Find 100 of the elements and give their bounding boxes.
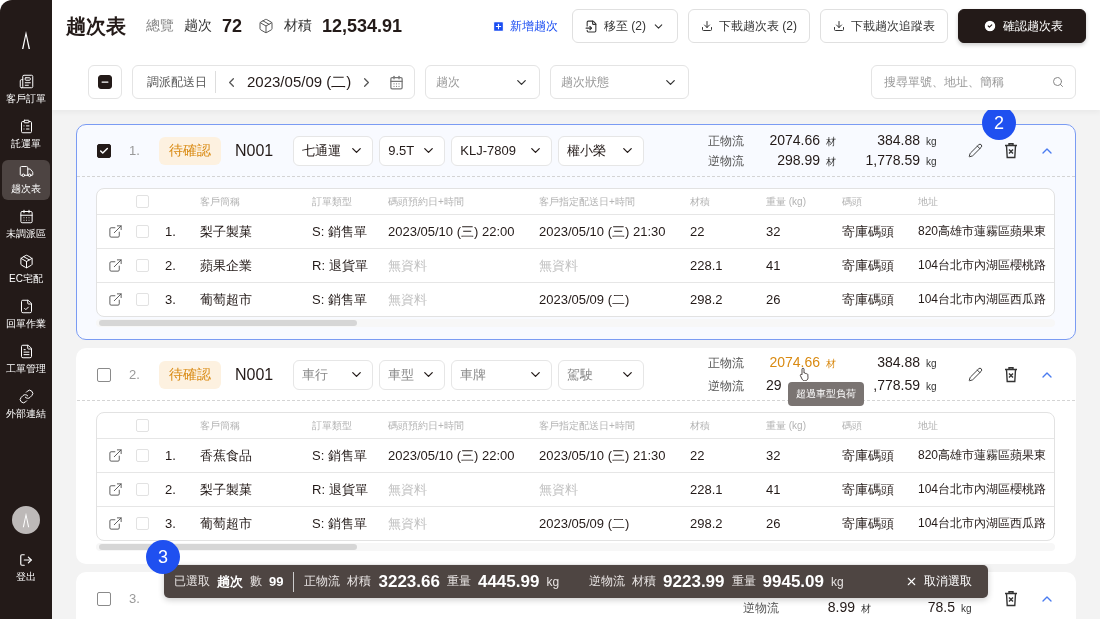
logo bbox=[21, 30, 31, 50]
document-check-icon bbox=[18, 299, 34, 314]
volume-unit: 材 bbox=[860, 601, 872, 616]
address-cell: 820高雄市蓮霧區蘋果東 bbox=[918, 447, 1048, 464]
weight-cell-text: 26 bbox=[766, 516, 782, 531]
volume-cell-text: 22 bbox=[690, 224, 706, 239]
download-button[interactable]: 下載趟次表 (2) bbox=[688, 9, 810, 43]
logout-button[interactable]: 登出 bbox=[2, 548, 50, 588]
checkbox[interactable] bbox=[97, 591, 111, 606]
nav-item[interactable]: 未調派區 bbox=[2, 205, 50, 245]
overview-label: 總覽 bbox=[146, 17, 174, 35]
truck-type-select[interactable]: 9.5T bbox=[379, 135, 446, 166]
avatar[interactable] bbox=[12, 506, 40, 534]
nav-item[interactable]: 回單作業 bbox=[2, 295, 50, 335]
column-header: 客戶簡稱 bbox=[200, 418, 241, 433]
driver-select[interactable]: 權小榮 bbox=[558, 135, 645, 166]
check-icon bbox=[99, 145, 109, 156]
truck-type-select[interactable]: 車型 bbox=[379, 359, 446, 390]
row-checkbox[interactable] bbox=[136, 259, 149, 272]
dock-time-cell-text: 2023/05/10 (三) 22:00 bbox=[388, 222, 516, 241]
edit-button[interactable] bbox=[968, 367, 983, 382]
driver-select[interactable]: 駕駛 bbox=[558, 359, 645, 390]
select-all-checkbox[interactable] bbox=[88, 65, 122, 99]
row-checkbox[interactable] bbox=[136, 449, 149, 462]
volume-value: 8.99 bbox=[826, 598, 855, 615]
row-checkbox[interactable] bbox=[136, 517, 149, 530]
dock-cell-text: 寄庫碼頭 bbox=[842, 256, 895, 275]
cancel-selection-button[interactable]: 取消選取 bbox=[899, 572, 978, 591]
edit-button[interactable] bbox=[968, 143, 983, 158]
customer-cell-text: 梨子製菓 bbox=[200, 480, 253, 499]
external-link-icon[interactable] bbox=[108, 516, 123, 531]
hand-cursor-icon bbox=[799, 367, 811, 381]
row-checkbox[interactable] bbox=[136, 225, 149, 238]
plate-select[interactable]: KLJ-7809 bbox=[451, 135, 553, 166]
header-checkbox[interactable] bbox=[136, 195, 149, 208]
row-index: 1. bbox=[165, 224, 177, 239]
trip-index: 3. bbox=[129, 591, 141, 606]
checkbox[interactable] bbox=[97, 143, 111, 158]
delete-button[interactable] bbox=[1003, 590, 1019, 607]
header-checkbox[interactable] bbox=[136, 419, 149, 432]
external-link-icon[interactable] bbox=[108, 258, 123, 273]
trip-index: 1. bbox=[129, 143, 141, 158]
search-field[interactable]: 搜尋單號、地址、簡稱 bbox=[871, 65, 1076, 99]
address-cell: 104台北市內湖區櫻桃路 bbox=[918, 481, 1048, 498]
add-trip-link[interactable]: 新增趟次 bbox=[492, 17, 558, 35]
weight-unit: kg bbox=[546, 574, 560, 589]
weight-value: ,778.59 bbox=[872, 377, 920, 393]
nav-item[interactable]: EC宅配 bbox=[2, 250, 50, 290]
nav-item[interactable]: 託運單 bbox=[2, 115, 50, 155]
address-cell: 820高雄市蓮霧區蘋果東 bbox=[918, 223, 1048, 240]
pencil-icon bbox=[968, 143, 983, 158]
nav-item[interactable]: 客戶訂單 bbox=[2, 70, 50, 110]
document-icon bbox=[18, 74, 34, 89]
volume-value: 2074.66 bbox=[768, 354, 820, 370]
confirm-button[interactable]: 確認趟次表 bbox=[958, 9, 1086, 43]
external-link-icon[interactable] bbox=[108, 224, 123, 239]
move-button[interactable]: 移至 (2) bbox=[572, 9, 678, 43]
dock-cell-text: 寄庫碼頭 bbox=[842, 290, 895, 309]
column-header: 重量 (kg) bbox=[766, 418, 807, 433]
download-tracking-button[interactable]: 下載趟次追蹤表 bbox=[820, 9, 948, 43]
calendar-icon[interactable] bbox=[389, 74, 404, 90]
date-picker[interactable]: 調派配送日 2023/05/09 (二) bbox=[132, 65, 415, 99]
volume-cell-text: 228.1 bbox=[690, 258, 724, 273]
flow-label: 逆物流 bbox=[589, 573, 626, 590]
volume-total: 3223.66 bbox=[378, 571, 440, 592]
row-index: 3. bbox=[165, 516, 177, 531]
dock-time-cell-text: 2023/05/10 (三) 22:00 bbox=[388, 446, 516, 465]
nav-item[interactable]: 趟次表 bbox=[2, 160, 50, 200]
checkbox[interactable] bbox=[97, 367, 111, 382]
column-header: 地址 bbox=[918, 418, 939, 433]
dock-cell-text: 寄庫碼頭 bbox=[842, 514, 895, 533]
scrollbar[interactable] bbox=[96, 543, 1055, 551]
weight-total: 9945.09 bbox=[762, 571, 824, 592]
weight-label: 重量 bbox=[731, 573, 756, 590]
carrier-select[interactable]: 七通運 bbox=[293, 135, 374, 166]
scrollbar[interactable] bbox=[96, 319, 1055, 327]
nav-item[interactable]: 工單管理 bbox=[2, 340, 50, 380]
volume-value: 298.99 bbox=[776, 151, 820, 168]
trip-index: 2. bbox=[129, 367, 141, 382]
delivery-time-cell-text: 2023/05/10 (三) 21:30 bbox=[539, 222, 667, 241]
step-marker: 2 bbox=[982, 110, 1016, 140]
row-index: 1. bbox=[165, 448, 177, 463]
delete-button[interactable] bbox=[1003, 142, 1019, 159]
external-link-icon[interactable] bbox=[108, 292, 123, 307]
carrier-select[interactable]: 車行 bbox=[293, 359, 374, 390]
column-header: 訂單類型 bbox=[312, 418, 353, 433]
trip-code: N001 bbox=[235, 365, 274, 384]
weight-unit: kg bbox=[925, 381, 938, 392]
volume-unit: 材 bbox=[825, 357, 837, 371]
weight-cell-text: 32 bbox=[766, 448, 782, 463]
nav-item[interactable]: 外部連結 bbox=[2, 385, 50, 425]
row-checkbox[interactable] bbox=[136, 483, 149, 496]
external-link-icon[interactable] bbox=[108, 448, 123, 463]
plate-select[interactable]: 車牌 bbox=[451, 359, 553, 390]
column-header: 材積 bbox=[690, 194, 711, 209]
truck-icon bbox=[18, 164, 34, 179]
external-link-icon[interactable] bbox=[108, 482, 123, 497]
weight-cell-text: 41 bbox=[766, 258, 782, 273]
delete-button[interactable] bbox=[1003, 366, 1019, 383]
row-checkbox[interactable] bbox=[136, 293, 149, 306]
